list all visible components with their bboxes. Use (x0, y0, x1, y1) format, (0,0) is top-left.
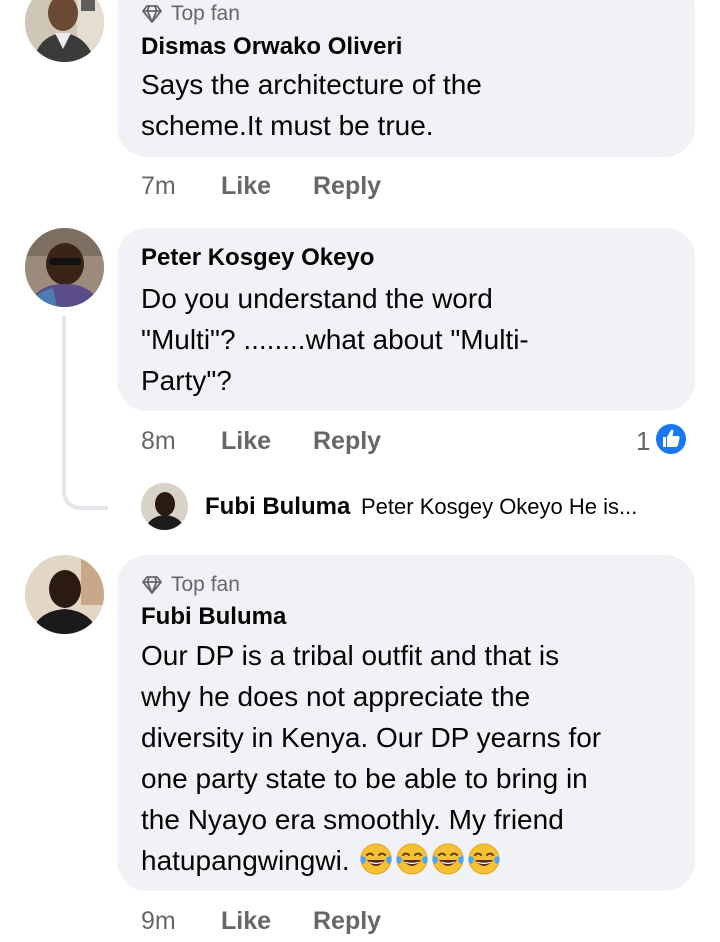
avatar-fubi-small[interactable] (141, 483, 188, 530)
avatar-fubi[interactable] (25, 555, 104, 634)
comment-line: Our DP is a tribal outfit and that is (141, 640, 560, 671)
comment-text: Do you understand the word "Multi"? ....… (141, 278, 529, 401)
comment-text: Our DP is a tribal outfit and that is wh… (141, 635, 601, 881)
reply-button[interactable]: Reply (313, 907, 381, 936)
comment-last-line: hatupangwingwi. (141, 840, 601, 881)
comment-line: scheme.It must be true. (141, 110, 434, 141)
top-fan-badge: Top fan (141, 573, 240, 597)
reply-preview-snippet: Peter Kosgey Okeyo He is... (361, 494, 638, 519)
comment-bubble[interactable]: Top fan Dismas Orwako Oliveri Says the a… (117, 0, 695, 157)
comment-line: one party state to be able to bring in (141, 763, 588, 794)
reaction-summary[interactable]: 1 (636, 422, 689, 461)
reply-preview[interactable]: Fubi Buluma Peter Kosgey Okeyo He is... (205, 493, 637, 521)
avatar-peter[interactable] (25, 228, 104, 307)
tears-of-joy-emoji (431, 842, 465, 876)
comment-author[interactable]: Peter Kosgey Okeyo (141, 244, 374, 272)
diamond-icon (141, 575, 163, 595)
top-fan-label: Top fan (171, 573, 240, 596)
diamond-icon (141, 4, 163, 24)
comment-line: Party"? (141, 365, 232, 396)
comment-time[interactable]: 9m (141, 907, 176, 936)
comment-line: why he does not appreciate the (141, 681, 531, 712)
tears-of-joy-emoji (359, 842, 393, 876)
tears-of-joy-emoji (467, 842, 501, 876)
comment-line: the Nyayo era smoothly. My friend (141, 804, 564, 835)
comment-bubble[interactable]: Top fan Fubi Buluma Our DP is a tribal o… (117, 555, 695, 891)
reply-button[interactable]: Reply (313, 172, 381, 201)
comment-line: "Multi"? ........what about "Multi- (141, 324, 529, 355)
comment-author[interactable]: Fubi Buluma (141, 603, 286, 631)
reply-thread-line (62, 316, 108, 510)
like-button[interactable]: Like (221, 907, 271, 936)
avatar-dismas[interactable] (25, 0, 104, 62)
comment-bubble[interactable]: Peter Kosgey Okeyo Do you understand the… (117, 228, 695, 411)
top-fan-label: Top fan (171, 2, 240, 25)
emoji-row (357, 842, 501, 876)
comment-text: Says the architecture of the scheme.It m… (141, 64, 482, 146)
like-reaction-icon (654, 422, 689, 461)
comment-author[interactable]: Dismas Orwako Oliveri (141, 33, 402, 61)
like-button[interactable]: Like (221, 427, 271, 456)
comment-line: Do you understand the word (141, 283, 493, 314)
comment-line: Says the architecture of the (141, 69, 482, 100)
comment-time[interactable]: 8m (141, 427, 176, 456)
reaction-count: 1 (636, 426, 651, 456)
top-fan-badge: Top fan (141, 2, 240, 26)
tears-of-joy-emoji (395, 842, 429, 876)
comment-time[interactable]: 7m (141, 172, 176, 201)
reply-button[interactable]: Reply (313, 427, 381, 456)
comment-line: hatupangwingwi. (141, 845, 358, 876)
reply-preview-author[interactable]: Fubi Buluma (205, 493, 350, 520)
comment-line: diversity in Kenya. Our DP yearns for (141, 722, 602, 753)
like-button[interactable]: Like (221, 172, 271, 201)
